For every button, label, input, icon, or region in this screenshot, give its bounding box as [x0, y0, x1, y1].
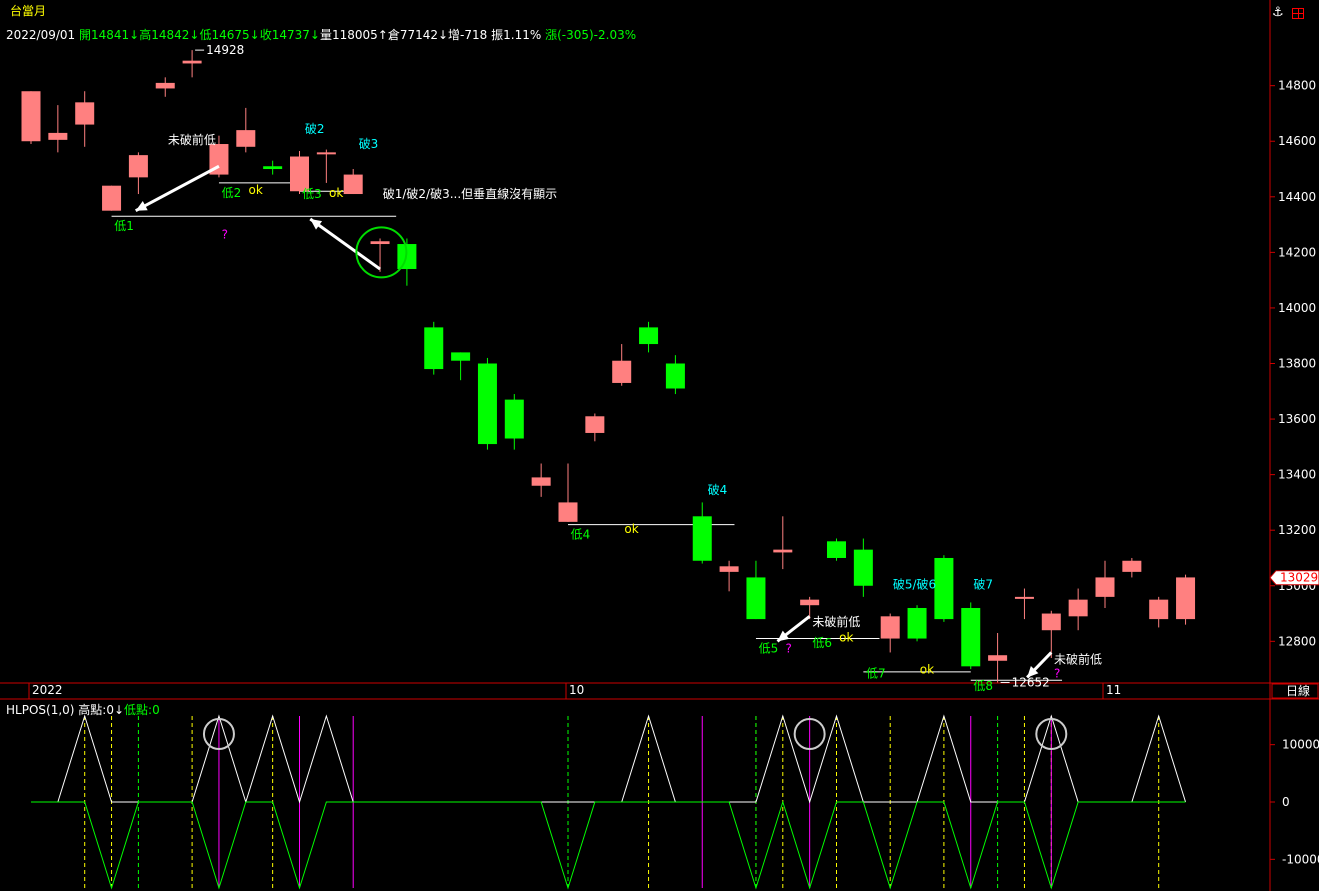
chart-annotation: ok — [920, 662, 934, 676]
price-tick-label: 13800 — [1278, 357, 1316, 371]
candle-body — [1095, 577, 1115, 597]
annotation-arrow — [309, 217, 381, 271]
candle-body — [665, 363, 685, 389]
chart-annotation: 低4 — [571, 528, 591, 542]
candlestick-chart[interactable]: 1280013000132001340013600138001400014200… — [0, 0, 1319, 891]
candle-body — [316, 152, 336, 155]
candle-body — [75, 102, 95, 125]
chart-annotation: 破5/破6 — [893, 577, 936, 592]
candle-body — [558, 502, 578, 522]
chart-annotation: 低2 — [222, 186, 242, 200]
candle-body — [531, 477, 551, 486]
date-tick-label: 10 — [569, 683, 584, 697]
candle-body — [746, 577, 766, 620]
indicator-tick-label: 10000 — [1282, 738, 1319, 752]
price-tick-label: 13400 — [1278, 468, 1316, 482]
candle-body — [800, 599, 820, 606]
candle-body — [639, 327, 659, 345]
candle-body — [102, 185, 122, 211]
candle-body — [1149, 599, 1169, 620]
candle-body — [853, 549, 873, 586]
candle-body — [263, 166, 283, 170]
price-tick-label: 14400 — [1278, 190, 1316, 204]
price-tick-label: 13200 — [1278, 523, 1316, 537]
chart-annotation: ok — [248, 183, 262, 197]
chart-annotation: 破7 — [973, 577, 993, 592]
candle-body — [961, 607, 981, 667]
price-tick-label: 14200 — [1278, 245, 1316, 259]
chart-annotation: 低5 — [759, 641, 779, 655]
chart-annotation: ok — [839, 630, 853, 644]
candle-body — [1176, 577, 1196, 620]
chart-annotation: 低7 — [866, 666, 886, 680]
chart-annotation: 未破前低 — [1054, 652, 1102, 667]
candle-body — [692, 516, 712, 561]
candle-body — [236, 130, 256, 147]
candle-body — [504, 399, 524, 439]
chart-annotation: 未破前低 — [168, 132, 216, 147]
candle-body — [585, 416, 605, 433]
candle-body — [290, 156, 309, 192]
extreme-price-label: 14928 — [206, 43, 244, 57]
chart-annotation: ? — [785, 641, 791, 655]
candle-body — [155, 82, 175, 89]
price-tick-label: 12800 — [1278, 634, 1316, 648]
price-tick-label: 14600 — [1278, 134, 1316, 148]
chart-annotation: ? — [1054, 666, 1060, 680]
chart-annotation: 低3 — [302, 187, 322, 201]
candle-body — [21, 91, 41, 142]
last-price-label: 13029 — [1280, 571, 1318, 585]
candle-body — [988, 655, 1008, 661]
candle-body — [182, 60, 202, 64]
candle-body — [451, 352, 471, 361]
chart-annotation: 低8 — [973, 679, 993, 693]
candle-body — [1041, 613, 1061, 631]
indicator-tick-label: -10000 — [1282, 852, 1319, 866]
chart-annotation: ? — [222, 227, 228, 241]
chart-annotation: 破2 — [305, 121, 325, 136]
candle-body — [907, 607, 927, 639]
chart-annotation: ok — [624, 522, 638, 536]
candle-body — [719, 566, 739, 572]
candle-body — [1014, 596, 1034, 599]
candle-body — [48, 132, 68, 140]
chart-annotation: 破3 — [359, 136, 379, 151]
indicator-series-line — [31, 800, 1186, 890]
candle-body — [880, 616, 900, 639]
date-tick-label: 11 — [1106, 683, 1121, 697]
candle-body — [612, 360, 632, 383]
extreme-price-label: 12652 — [1012, 675, 1050, 689]
price-tick-label: 13600 — [1278, 412, 1316, 426]
indicator-tick-label: 0 — [1282, 795, 1290, 809]
candle-body — [343, 174, 363, 195]
candle-body — [370, 241, 390, 245]
chart-annotation: 破1/破2/破3...但垂直線沒有顯示 — [383, 186, 557, 201]
price-tick-label: 14800 — [1278, 79, 1316, 93]
candle-body — [827, 541, 846, 558]
chart-annotation: 低6 — [812, 636, 832, 650]
candle-body — [1068, 599, 1088, 617]
candle-body — [477, 363, 497, 445]
price-tick-label: 14000 — [1278, 301, 1316, 315]
candle-body — [934, 557, 954, 620]
date-tick-label: 2022 — [32, 683, 63, 697]
period-label: 日線 — [1286, 683, 1310, 698]
chart-annotation: 未破前低 — [812, 614, 860, 629]
candle-body — [128, 155, 148, 178]
chart-annotation: 低1 — [114, 219, 134, 233]
chart-annotation: 破4 — [708, 482, 728, 497]
annotation-arrow — [135, 164, 220, 213]
candle-body — [424, 327, 444, 370]
candle-body — [773, 549, 793, 553]
chart-annotation: ok — [329, 186, 343, 200]
candle-body — [1122, 560, 1142, 572]
